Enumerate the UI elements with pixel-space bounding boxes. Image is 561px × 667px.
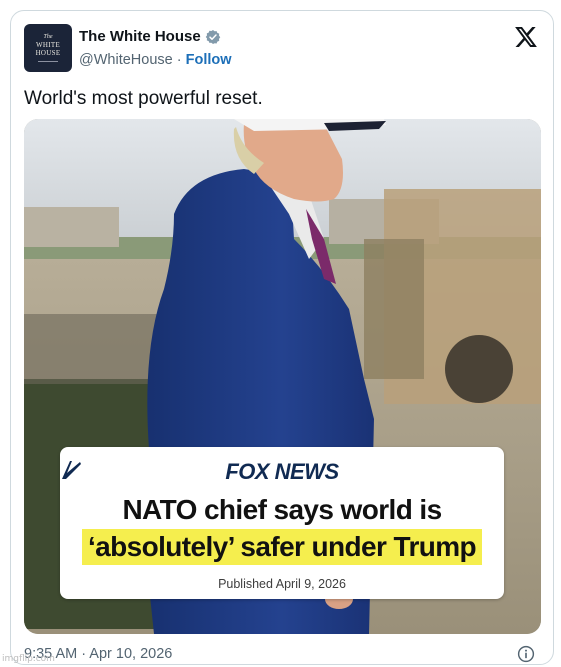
published-date: Published April 9, 2026 (218, 577, 346, 591)
avatar[interactable]: The WHITE HOUSE (24, 24, 72, 72)
author-name-row: The White House (79, 28, 221, 45)
x-logo-icon[interactable] (515, 27, 537, 47)
author-name[interactable]: The White House (79, 28, 201, 45)
avatar-divider (38, 61, 58, 62)
tweet-text: World's most powerful reset. (24, 88, 263, 109)
fox-logo-icon (62, 461, 81, 479)
headline-line-2: ‘absolutely’ safer under Trump (81, 529, 483, 565)
avatar-text-house: HOUSE (35, 49, 61, 57)
author-handle[interactable]: @WhiteHouse (79, 52, 173, 68)
info-icon[interactable] (517, 645, 535, 663)
headline-line-1: NATO chief says world is (122, 494, 442, 525)
media-image[interactable]: FOX NEWS NATO chief says world is ‘absol… (24, 119, 541, 634)
handle-separator: · (176, 52, 182, 68)
watermark: imgflip.com (2, 654, 55, 664)
headline-line-2-wrap: ‘absolutely’ safer under Trump (60, 529, 504, 565)
news-brand: FOX NEWS (225, 459, 339, 484)
follow-button[interactable]: Follow (186, 52, 232, 68)
fox-news-logo: FOX NEWS (60, 459, 504, 485)
avatar-text-white: WHITE (35, 41, 61, 49)
handle-row: @WhiteHouse · Follow (79, 52, 232, 68)
tweet-card: The WHITE HOUSE The White House @WhiteHo… (10, 10, 554, 665)
verified-badge-icon (205, 29, 220, 44)
news-headline-card: FOX NEWS NATO chief says world is ‘absol… (60, 447, 504, 599)
avatar-text-the: The (43, 34, 53, 40)
